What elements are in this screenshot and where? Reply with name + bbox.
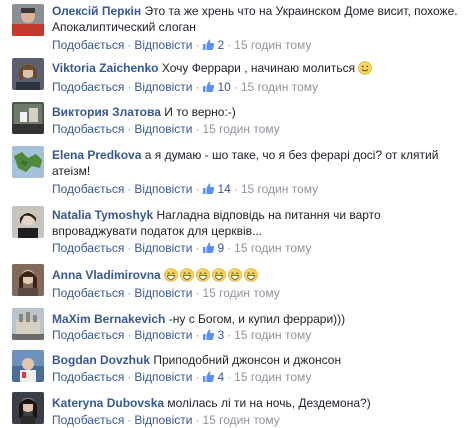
avatar[interactable]: [12, 58, 44, 90]
reply-button[interactable]: Відповісти: [134, 370, 192, 384]
like-button[interactable]: Подобається: [52, 370, 124, 384]
timestamp[interactable]: 15 годин тому: [241, 80, 318, 94]
reply-button[interactable]: Відповісти: [134, 122, 192, 136]
comment-author[interactable]: Kateryna Dubovska: [52, 396, 164, 410]
comment-text: -ну с Богом, и купил феррари))): [168, 312, 346, 326]
timestamp[interactable]: 15 годин тому: [202, 122, 279, 136]
comment: Natalia Tymoshyk Нагладна відповідь на п…: [0, 200, 465, 260]
like-button[interactable]: Подобається: [52, 122, 124, 136]
avatar[interactable]: [12, 350, 44, 382]
thumbs-up-icon: [203, 371, 215, 382]
comment: MaXim Bernakevich -ну с Богом, и купил ф…: [0, 304, 465, 346]
comment-author[interactable]: MaXim Bernakevich: [52, 312, 165, 326]
comment-text: Хочу Феррари , начинаю молиться: [161, 61, 356, 75]
comment-author[interactable]: Bogdan Dovzhuk: [52, 353, 150, 367]
comment: Kateryna Dubovska молілась лі ти на ночь…: [0, 388, 465, 428]
avatar[interactable]: [12, 392, 44, 424]
comment: Виктория Златова И то верно:-) Подобаєть…: [0, 98, 465, 140]
like-count[interactable]: 9: [217, 241, 224, 255]
reply-button[interactable]: Відповісти: [134, 80, 192, 94]
like-count[interactable]: 14: [217, 182, 230, 196]
grin-emoji-icon: [212, 268, 226, 282]
avatar[interactable]: [12, 146, 44, 178]
like-count[interactable]: 10: [217, 80, 230, 94]
like-button[interactable]: Подобається: [52, 38, 124, 52]
thumbs-up-icon: [203, 39, 215, 50]
like-count[interactable]: 3: [217, 328, 224, 342]
grin-emoji-icon: [244, 268, 258, 282]
comment-text: И то верно:-): [164, 105, 236, 119]
comment-author[interactable]: Anna Vladimirovna: [52, 268, 161, 282]
comment-author[interactable]: Viktoria Zaichenko: [52, 61, 158, 75]
like-count[interactable]: 2: [217, 38, 224, 52]
like-button[interactable]: Подобається: [52, 241, 124, 255]
grin-emoji-icon: [164, 268, 178, 282]
reply-button[interactable]: Відповісти: [134, 182, 192, 196]
smile-emoji-icon: [358, 61, 373, 75]
comment-author[interactable]: Elena Predkova: [52, 148, 141, 162]
grin-emoji-icon: [196, 268, 210, 282]
like-button[interactable]: Подобається: [52, 413, 124, 427]
like-count[interactable]: 4: [217, 370, 224, 384]
reply-button[interactable]: Відповісти: [134, 241, 192, 255]
reply-button[interactable]: Відповісти: [134, 286, 192, 300]
thumbs-up-icon: [203, 329, 215, 340]
comment: Anna Vladimirovna Подобається · Відповісти…: [0, 260, 465, 304]
timestamp[interactable]: 15 годин тому: [234, 241, 311, 255]
avatar[interactable]: [12, 206, 44, 238]
thumbs-up-icon: [203, 242, 215, 253]
like-button[interactable]: Подобається: [52, 286, 124, 300]
comment: Viktoria Zaichenko Хочу Феррари , начина…: [0, 54, 465, 98]
comment: Bogdan Dovzhuk Приподобний джонсон и джо…: [0, 346, 465, 388]
comment-text: Приподобний джонсон и джонсон: [153, 353, 342, 367]
timestamp[interactable]: 15 годин тому: [202, 286, 279, 300]
comment: Олексій Перкін Это та же хрень что на Ук…: [0, 0, 465, 54]
emoji-row: [164, 268, 260, 282]
reply-button[interactable]: Відповісти: [134, 38, 192, 52]
grin-emoji-icon: [180, 268, 194, 282]
timestamp[interactable]: 15 годин тому: [234, 38, 311, 52]
timestamp[interactable]: 15 годин тому: [234, 328, 311, 342]
timestamp[interactable]: 15 годин тому: [202, 413, 279, 427]
thumbs-up-icon: [203, 183, 215, 194]
thumbs-up-icon: [203, 81, 215, 92]
avatar[interactable]: [12, 264, 44, 296]
grin-emoji-icon: [228, 268, 242, 282]
reply-button[interactable]: Відповісти: [134, 328, 192, 342]
comment-author[interactable]: Natalia Tymoshyk: [52, 208, 153, 222]
timestamp[interactable]: 15 годин тому: [241, 182, 318, 196]
comment-author[interactable]: Олексій Перкін: [52, 4, 141, 18]
like-button[interactable]: Подобається: [52, 80, 124, 94]
avatar[interactable]: [12, 102, 44, 134]
comment: Elena Predkova а я думаю - шо таке, чо я…: [0, 140, 465, 200]
comment-text: молілась лі ти на ночь, Дездемона?): [167, 396, 371, 410]
avatar[interactable]: [12, 4, 44, 36]
timestamp[interactable]: 15 годин тому: [234, 370, 311, 384]
like-button[interactable]: Подобається: [52, 328, 124, 342]
like-button[interactable]: Подобається: [52, 182, 124, 196]
avatar[interactable]: [12, 308, 44, 340]
comment-author[interactable]: Виктория Златова: [52, 105, 161, 119]
reply-button[interactable]: Відповісти: [134, 413, 192, 427]
